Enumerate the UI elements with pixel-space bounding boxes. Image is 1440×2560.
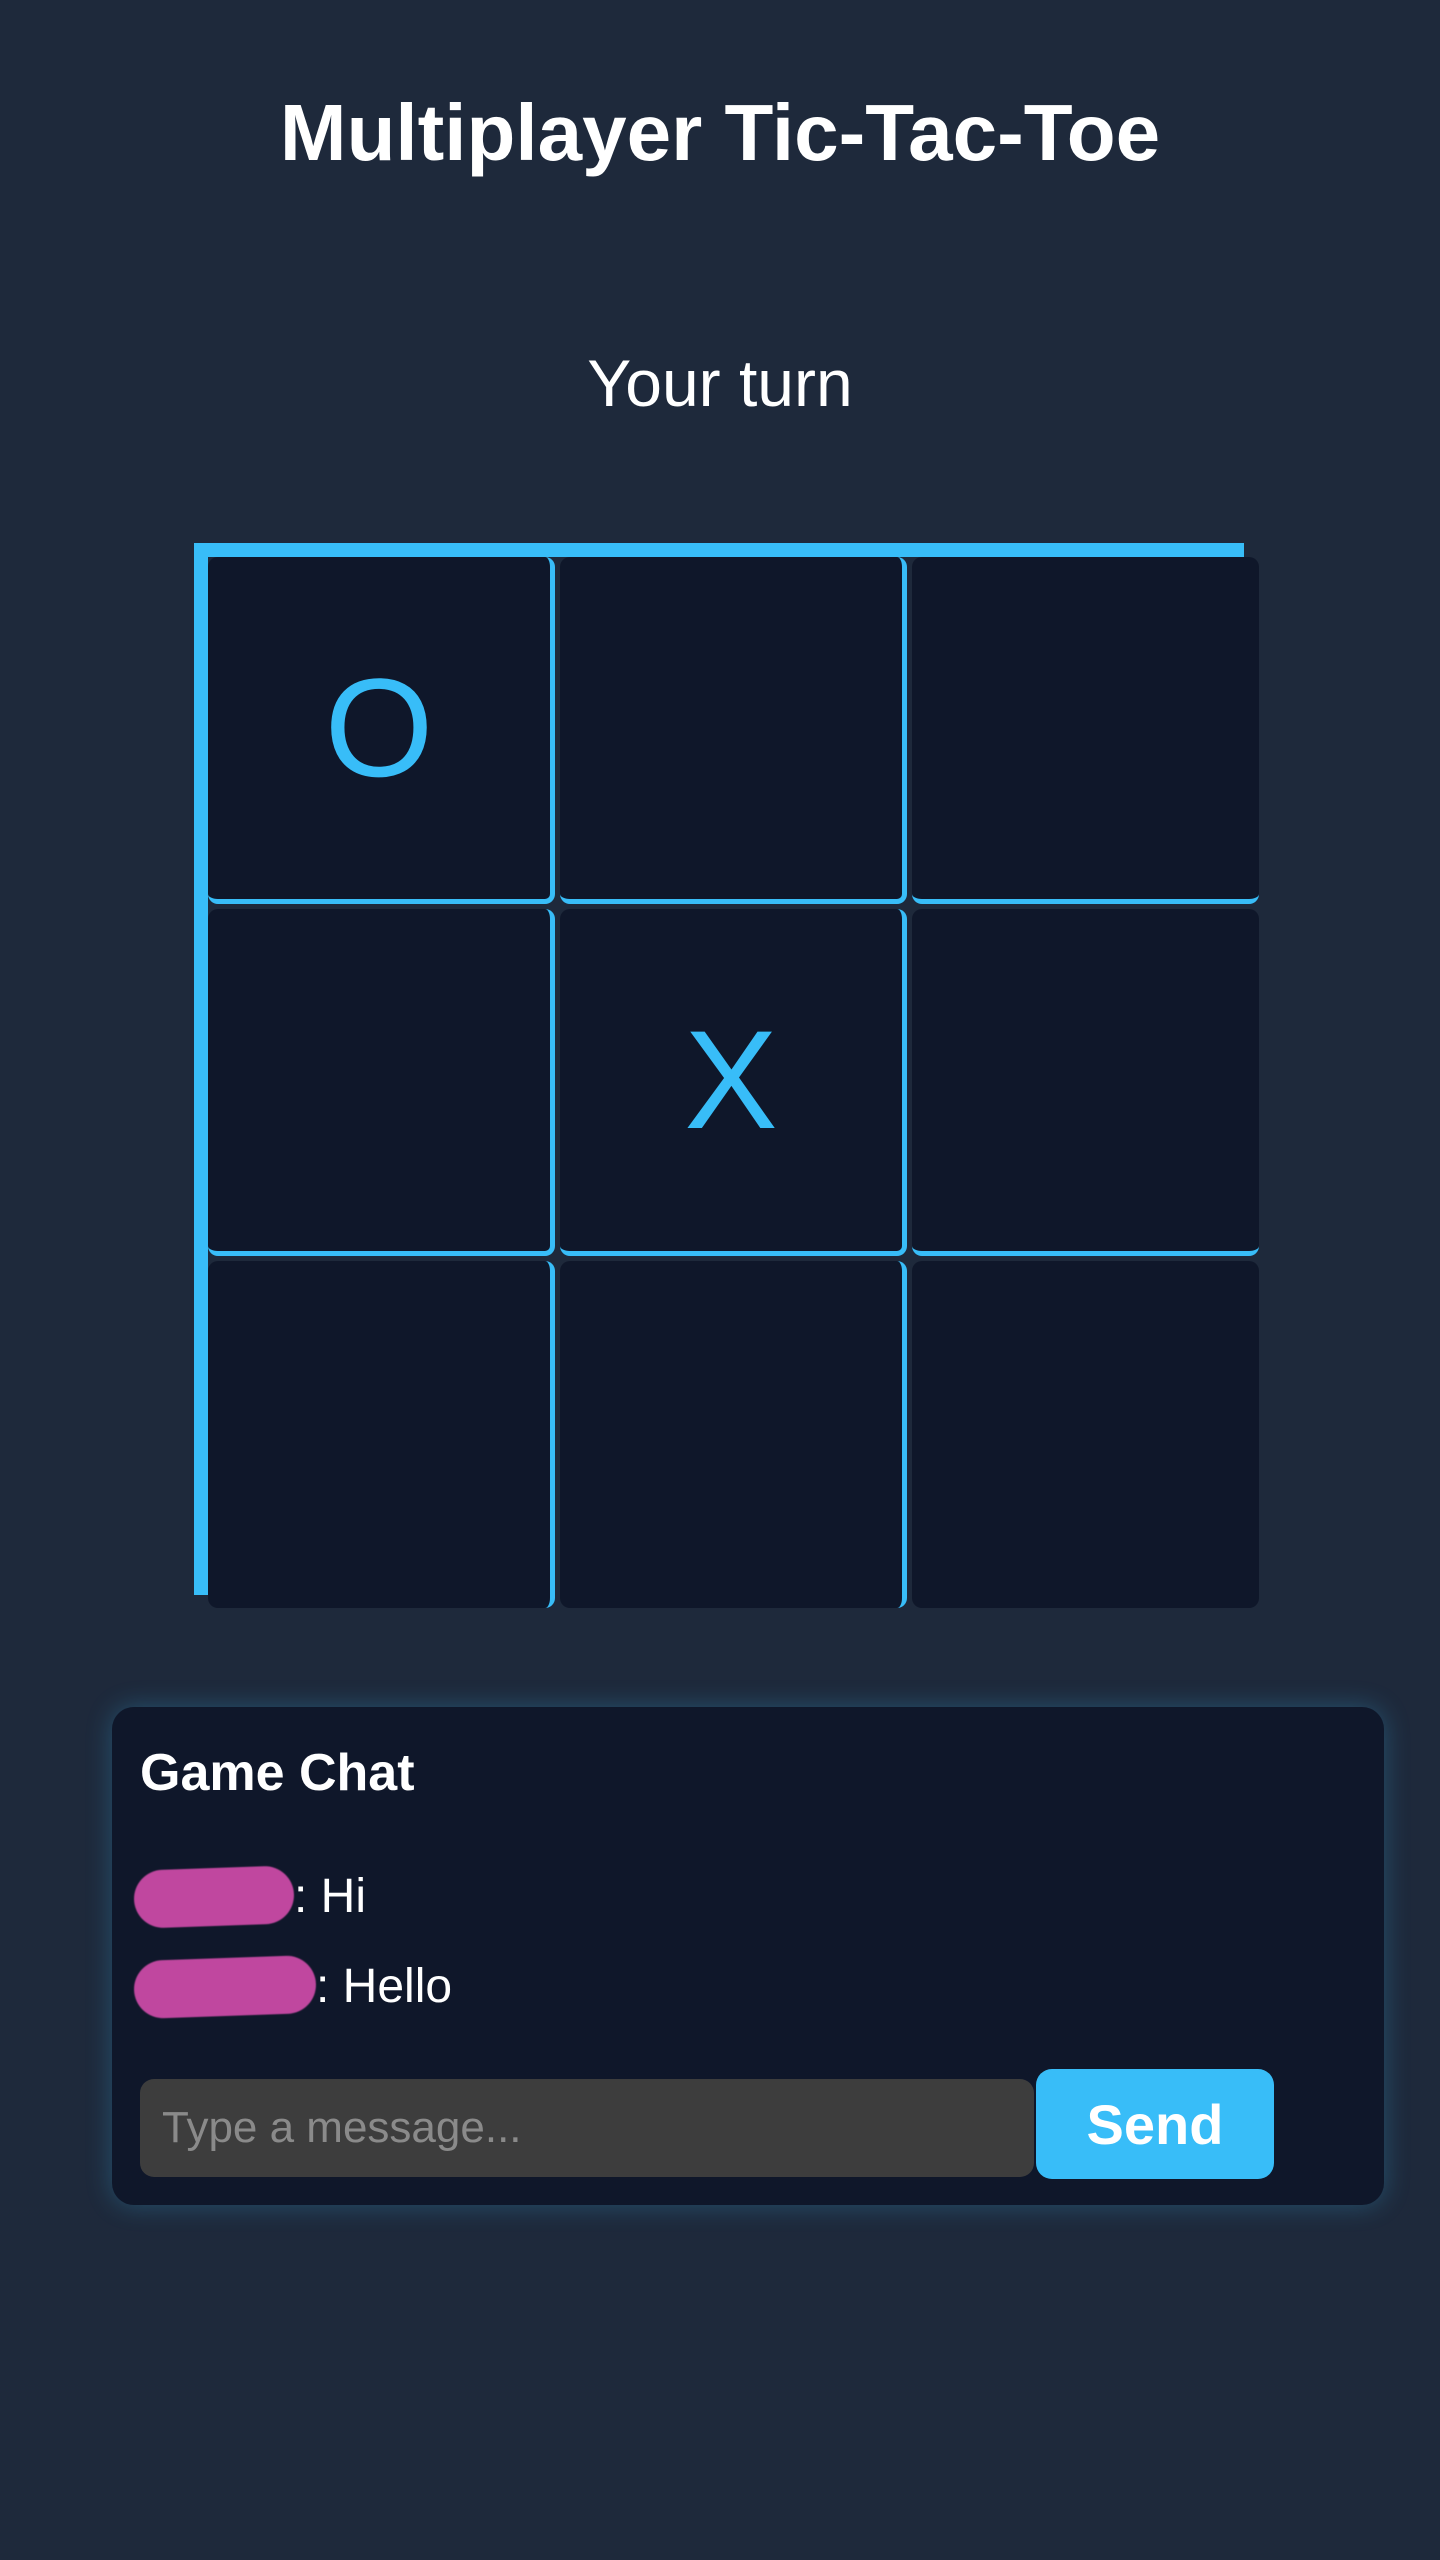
board-cell[interactable] — [208, 909, 555, 1256]
board-cell[interactable]: X — [560, 909, 907, 1256]
board-cell[interactable] — [560, 557, 907, 904]
board-cell[interactable] — [560, 1261, 907, 1608]
chat-message: : Hi — [133, 1865, 366, 1929]
board-cell[interactable]: O — [208, 557, 555, 904]
turn-status: Your turn — [587, 346, 853, 420]
chat-message-text: : Hi — [294, 1870, 366, 1923]
board-cell[interactable] — [912, 557, 1259, 904]
chat-message: : Hello — [133, 1954, 453, 2020]
board-cell[interactable] — [208, 1261, 555, 1608]
game-board: O X — [208, 557, 1259, 1608]
chat-message-input[interactable] — [140, 2079, 1034, 2177]
page-title: Multiplayer Tic-Tac-Toe — [279, 88, 1161, 177]
board-cell[interactable] — [912, 1261, 1259, 1608]
redacted-username — [133, 1865, 295, 1929]
chat-message-text: : Hello — [316, 1960, 453, 2013]
board-cell[interactable] — [912, 909, 1259, 1256]
chat-panel: Game Chat : Hi : Hello Send — [112, 1707, 1384, 2205]
send-button[interactable]: Send — [1036, 2069, 1274, 2179]
redacted-username — [133, 1954, 317, 2020]
chat-title: Game Chat — [140, 1744, 415, 1802]
